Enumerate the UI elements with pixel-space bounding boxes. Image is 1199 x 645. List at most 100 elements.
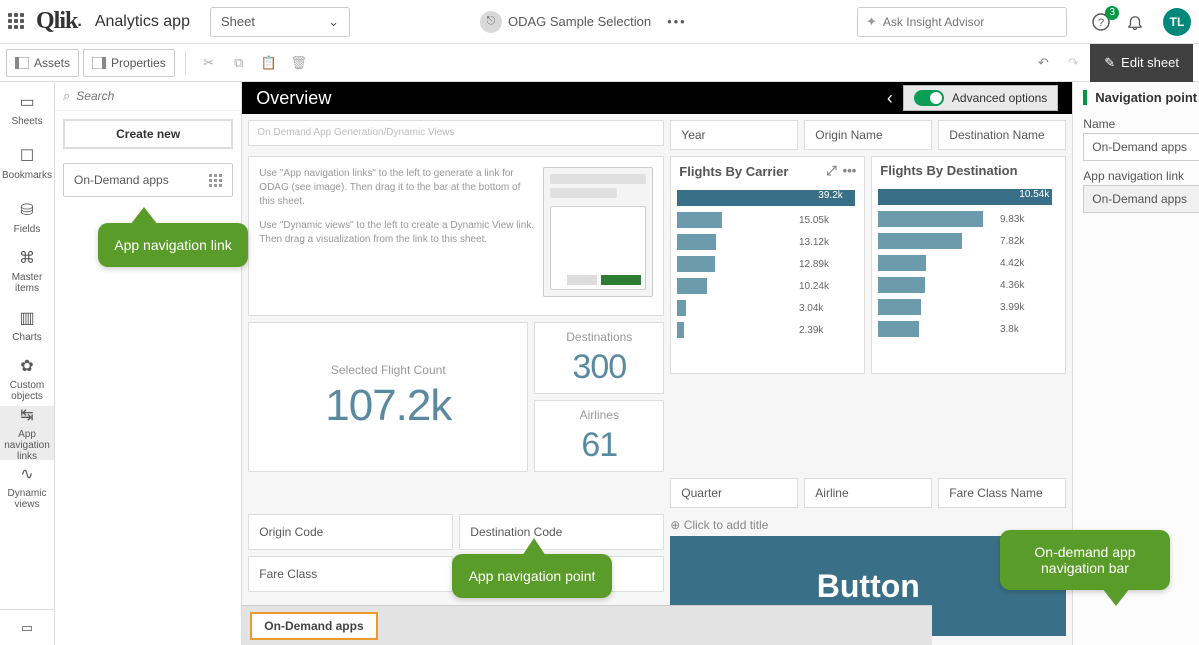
advisor-field[interactable] — [883, 15, 1058, 29]
insight-advisor-input[interactable]: ✦ — [857, 7, 1067, 37]
nav-bookmarks[interactable]: ☐ Bookmarks — [0, 136, 54, 190]
filter-airline[interactable]: Airline — [804, 478, 932, 508]
edit-sheet-button[interactable]: ✎ Edit sheet — [1090, 44, 1193, 82]
delete-icon[interactable]: 🗑 — [286, 50, 312, 76]
chart-icon: ▥ — [19, 308, 34, 328]
props-link-label: App navigation link — [1083, 169, 1199, 183]
assets-label: Assets — [34, 56, 70, 70]
bar-row: 4.36k — [878, 274, 1059, 296]
sheet-title: Overview — [256, 88, 331, 109]
kpi-dest-label: Destinations — [566, 330, 632, 344]
flights-by-destination-chart[interactable]: Flights By Destination 10.54k9.83k7.82k4… — [871, 156, 1066, 374]
filter-origin-name[interactable]: Origin Name — [804, 120, 932, 150]
bar-row: 9.83k — [878, 208, 1059, 230]
advanced-options-toggle[interactable]: Advanced options — [903, 85, 1058, 111]
bell-icon[interactable] — [1125, 12, 1145, 32]
dynamic-icon: ∿ — [20, 464, 33, 484]
nav-master-items[interactable]: ⌘ Master items — [0, 244, 54, 298]
nav-custom-objects[interactable]: ✿Custom objects — [0, 352, 54, 406]
brand-logo: Qlik. — [36, 8, 81, 35]
nav-label: Master items — [2, 272, 52, 294]
properties-toggle[interactable]: Properties — [83, 49, 175, 77]
bar-row: 15.05k — [677, 209, 858, 231]
nav-label: App navigation links — [2, 429, 52, 462]
nav-link-item[interactable]: On-Demand apps — [63, 163, 233, 197]
callout-nav-bar: On-demand app navigation bar — [1000, 530, 1170, 590]
help-text: Use "App navigation links" to the left t… — [259, 167, 535, 305]
nav-fields[interactable]: ⛁Fields — [0, 190, 54, 244]
database-icon: ⛁ — [20, 200, 33, 220]
filter-quarter[interactable]: Quarter — [670, 478, 798, 508]
copy-icon[interactable]: ⧉ — [226, 50, 252, 76]
props-name-input[interactable]: On-Demand apps — [1083, 133, 1199, 161]
origin-code-filter[interactable]: Origin Code — [248, 514, 453, 550]
nav-label: Sheets — [11, 116, 42, 127]
bar-row: 3.8k — [878, 318, 1059, 340]
filter-year[interactable]: Year — [670, 120, 798, 150]
expand-icon[interactable]: ⤢ — [826, 163, 836, 179]
chart-title: Flights By Carrier — [679, 164, 788, 179]
paste-icon[interactable]: 📋 — [256, 50, 282, 76]
signpost-icon: ↹ — [20, 405, 33, 425]
nav-point-item[interactable]: On-Demand apps — [250, 612, 377, 640]
nav-app-navigation-links[interactable]: ↹ App navigation links — [0, 406, 54, 460]
help-image — [543, 167, 653, 297]
notification-badge: 3 — [1105, 6, 1119, 20]
cut-icon[interactable]: ✂ — [196, 50, 222, 76]
nav-dynamic-views[interactable]: ∿ Dynamic views — [0, 460, 54, 514]
flights-by-carrier-chart[interactable]: Flights By Carrier ⤢••• 39.2k15.05k13.12… — [670, 156, 865, 374]
bar-row: 2.39k — [677, 319, 858, 341]
drag-handle-icon[interactable] — [209, 174, 222, 187]
chart-more-icon[interactable]: ••• — [843, 163, 857, 179]
nav-sheets[interactable]: ▭ Sheets — [0, 82, 54, 136]
user-avatar[interactable]: TL — [1163, 8, 1191, 36]
bar-row: 12.89k — [677, 253, 858, 275]
props-title: Navigation point properties — [1083, 90, 1199, 105]
more-menu-icon[interactable]: ••• — [667, 14, 687, 29]
prev-sheet-icon[interactable]: ‹ — [887, 88, 893, 109]
nav-label: Bookmarks — [2, 170, 52, 181]
kpi-dest-value: 300 — [572, 348, 626, 387]
bar-row: 10.24k — [677, 275, 858, 297]
kpi-airlines-label: Airlines — [580, 408, 619, 422]
filter-destination-name[interactable]: Destination Name — [938, 120, 1066, 150]
on-demand-nav-bar[interactable]: On-Demand apps — [242, 605, 932, 645]
callout-app-nav-link: App navigation link — [98, 223, 248, 267]
chevron-down-icon: ⌄ — [328, 14, 339, 30]
kpi-selected-value: 107.2k — [325, 381, 451, 431]
sheet-type-dropdown[interactable]: Sheet ⌄ — [210, 7, 350, 37]
app-launcher-icon[interactable] — [8, 13, 26, 31]
bookmark-icon: ☐ — [20, 146, 34, 166]
edit-sheet-label: Edit sheet — [1121, 55, 1179, 70]
sheet-type-icon: ⎋ — [480, 11, 502, 33]
panel-right-icon — [92, 57, 106, 69]
help-icon[interactable]: ? 3 — [1091, 12, 1111, 32]
fare-class-filter[interactable]: Fare Class — [248, 556, 453, 592]
panel-left-icon — [15, 57, 29, 69]
link-icon: ⌘ — [19, 248, 35, 268]
undo-icon[interactable]: ↶ — [1030, 50, 1056, 76]
chart-title: Flights By Destination — [880, 163, 1017, 178]
toggle-on-icon[interactable] — [914, 90, 944, 106]
search-input[interactable] — [76, 89, 233, 103]
advanced-options-label: Advanced options — [952, 91, 1047, 105]
create-new-button[interactable]: Create new — [63, 119, 233, 149]
bar-row: 13.12k — [677, 231, 858, 253]
props-link-select[interactable]: On-Demand apps — [1083, 185, 1199, 213]
destination-code-filter[interactable]: Destination Code — [459, 514, 664, 550]
redo-icon[interactable]: ↷ — [1060, 50, 1086, 76]
search-icon: ⌕ — [63, 88, 70, 104]
filter-fare-class[interactable]: Fare Class Name — [938, 478, 1066, 508]
nav-label: Charts — [12, 332, 41, 343]
sheets-icon: ▭ — [19, 92, 34, 112]
nav-collapse-icon[interactable]: ▭ — [0, 609, 54, 645]
svg-text:?: ? — [1098, 17, 1104, 29]
nav-label: Dynamic views — [2, 488, 52, 510]
bar-row: 7.82k — [878, 230, 1059, 252]
bar-row: 3.04k — [677, 297, 858, 319]
kpi-selected-label: Selected Flight Count — [331, 363, 446, 377]
pencil-icon: ✎ — [1104, 55, 1115, 71]
sheet-name: ODAG Sample Selection — [508, 14, 651, 29]
nav-charts[interactable]: ▥ Charts — [0, 298, 54, 352]
assets-toggle[interactable]: Assets — [6, 49, 79, 77]
